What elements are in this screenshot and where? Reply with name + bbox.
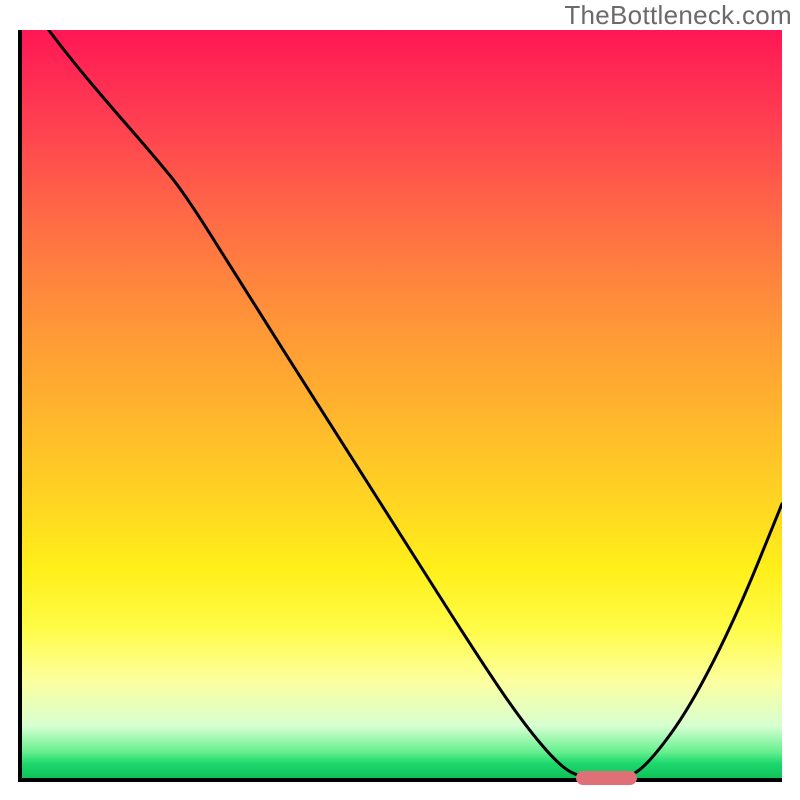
plot-area [18, 30, 782, 782]
watermark-text: TheBottleneck.com [564, 0, 792, 31]
plot-background-gradient [18, 30, 782, 782]
chart-container: TheBottleneck.com [0, 0, 800, 800]
optimal-range-marker [576, 771, 637, 785]
